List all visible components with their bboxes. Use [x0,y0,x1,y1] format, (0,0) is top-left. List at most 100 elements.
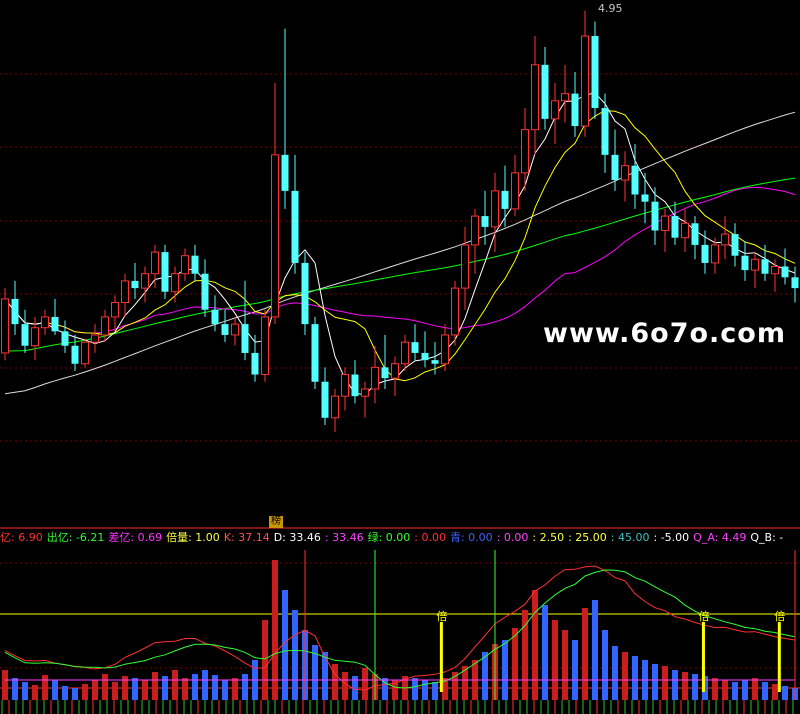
candle-body [701,244,709,263]
volume-bar [42,675,48,700]
candle-body [531,64,539,131]
candle-body [221,324,229,335]
volume-bar [662,666,668,700]
volume-bar [722,680,728,700]
candle-body [721,233,729,246]
volume-bar [152,672,158,700]
candle-body [441,334,449,365]
volume-bar [742,680,748,700]
stock-chart[interactable]: 倍倍倍 [0,0,800,714]
volume-bar [412,678,418,700]
candle-body [261,316,269,376]
ma-long3-line [4,111,796,395]
candle-body [471,215,479,246]
candle-body [621,165,629,181]
candle-body [191,255,199,274]
volume-bar [262,620,268,700]
volume-bar [712,678,718,700]
volume-bar [342,672,348,700]
volume-bar [682,672,688,700]
volume-bar [632,656,638,700]
volume-bar [622,652,628,700]
indicator-item: 青: 0.00 [449,531,493,544]
multiplier-mark-label: 倍 [436,609,447,623]
candle-body [631,165,639,195]
candle-body [751,258,759,271]
multiplier-mark-label: 倍 [774,609,785,623]
candle-body [781,266,789,278]
candle-body [41,316,49,329]
candle-body [91,334,99,343]
indicator-item: 绿: 0.00 [367,531,411,544]
ma-short-line [4,92,796,396]
candle-body [481,216,489,227]
volume-bar [52,680,58,700]
watermark: www.6o7o.com [543,318,786,349]
volume-bar [2,670,8,700]
volume-bar [62,686,68,700]
candle-body [551,100,559,120]
indicator-item: Q_A: 4.49 [693,531,747,544]
candle-body [241,324,249,353]
volume-bar [272,560,278,700]
bang-badge: 榜 [269,516,283,528]
indicator-item: : 25.00 [568,531,607,544]
candle-body [771,266,779,275]
volume-bar [732,682,738,700]
candle-body [741,255,749,271]
volume-bar [362,668,368,700]
indicator-item: : 2.50 [532,531,565,544]
indicator-item: : 0.00 [414,531,446,544]
candle-body [731,234,739,256]
candle-body [171,273,179,293]
candle-body [71,345,79,364]
indicator-item: 亿: 6.90 [0,531,43,544]
volume-bar [82,684,88,700]
volume-bar [432,682,438,700]
volume-bar [532,590,538,700]
volume-bar [92,680,98,700]
volume-bar [182,678,188,700]
candle-body [111,302,119,318]
candle-body [301,262,309,325]
candle-body [331,395,339,419]
candle-body [151,251,159,275]
candle-body [391,363,399,379]
candle-body [611,154,619,181]
volume-bar [322,652,328,700]
candle-body [501,190,509,209]
volume-bar [502,640,508,700]
volume-bar [232,678,238,700]
candle-body [121,280,129,304]
candle-body [51,316,59,332]
candle-body [81,341,89,365]
indicator-item: : 45.00 [610,531,650,544]
volume-bar [202,670,208,700]
volume-bar [102,674,108,700]
volume-bar [242,674,248,700]
indicator-item: D: 33.46 [273,531,321,544]
volume-bar [652,664,658,700]
candle-body [321,381,329,418]
peak-price-label: 4.95 [598,2,623,15]
candle-body [571,93,579,127]
candle-body [651,201,659,231]
candle-body [671,216,679,238]
volume-bar [482,652,488,700]
candle-body [101,316,109,336]
candle-body [601,108,609,155]
volume-bar [772,684,778,700]
volume-bar [192,674,198,700]
candle-body [291,190,299,263]
ma-long1-line [4,186,796,334]
volume-bar [582,608,588,700]
candle-body [791,277,799,289]
candle-body [361,388,369,397]
volume-bar [602,630,608,700]
indicator-item: : 0.00 [496,531,529,544]
candle-body [311,324,319,382]
candle-body [131,280,139,289]
candle-body [761,259,769,274]
volume-bar [572,640,578,700]
volume-bar [612,646,618,700]
